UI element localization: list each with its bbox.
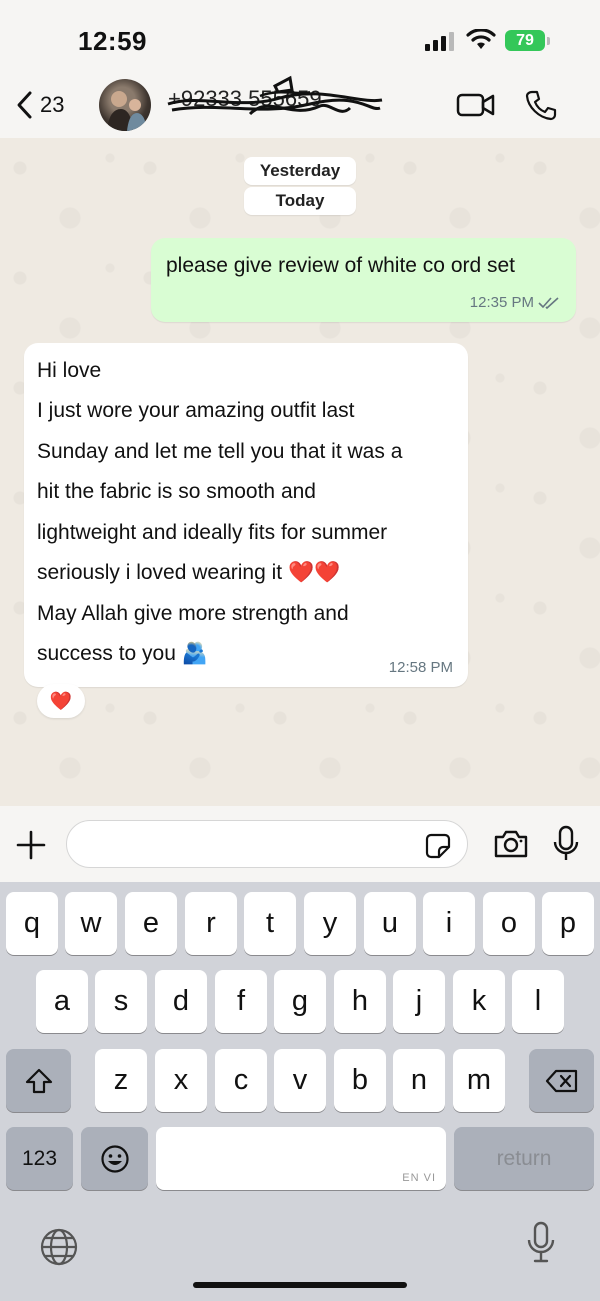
- key-e[interactable]: e: [125, 892, 177, 955]
- incoming-line: May Allah give more strength and: [37, 602, 349, 625]
- video-call-icon[interactable]: [456, 92, 496, 118]
- key-s[interactable]: s: [95, 970, 147, 1033]
- home-indicator[interactable]: [193, 1282, 407, 1288]
- key-d[interactable]: d: [155, 970, 207, 1033]
- chat-header: 23 +92333 555659: [0, 72, 600, 138]
- avatar-photo: [107, 91, 147, 131]
- key-i[interactable]: i: [423, 892, 475, 955]
- incoming-line: success to you 🫂: [37, 642, 208, 665]
- key-n[interactable]: n: [393, 1049, 445, 1112]
- key-o[interactable]: o: [483, 892, 535, 955]
- numbers-key[interactable]: 123: [6, 1127, 73, 1190]
- message-input[interactable]: [66, 820, 468, 868]
- double-check-icon: [538, 296, 559, 309]
- key-g[interactable]: g: [274, 970, 326, 1033]
- outgoing-message-time: 12:35 PM: [469, 294, 534, 311]
- incoming-message[interactable]: Hi love I just wore your amazing outfit …: [24, 343, 468, 687]
- key-p[interactable]: p: [542, 892, 594, 955]
- battery-level: 79: [516, 31, 534, 49]
- chat-area[interactable]: Yesterday Today please give review of wh…: [0, 138, 600, 806]
- chevron-left-icon: [17, 91, 32, 119]
- cellular-signal-icon: [425, 32, 454, 51]
- space-language-label: EN VI: [402, 1172, 436, 1184]
- status-time: 12:59: [78, 26, 147, 56]
- backspace-icon: [545, 1069, 577, 1092]
- shift-icon: [25, 1068, 52, 1093]
- incoming-line: I just wore your amazing outfit last: [37, 399, 355, 422]
- date-pill-yesterday: Yesterday: [244, 157, 356, 185]
- key-q[interactable]: q: [6, 892, 58, 955]
- redaction-scribble: [167, 75, 383, 116]
- space-key[interactable]: EN VI: [156, 1127, 446, 1190]
- date-pill-today: Today: [244, 187, 356, 215]
- globe-icon[interactable]: [39, 1227, 79, 1267]
- battery-icon: 79: [505, 30, 545, 51]
- key-j[interactable]: j: [393, 970, 445, 1033]
- key-w[interactable]: w: [65, 892, 117, 955]
- wifi-icon: [466, 29, 496, 49]
- microphone-icon[interactable]: [553, 825, 579, 863]
- phone-call-icon[interactable]: [525, 89, 557, 121]
- key-l[interactable]: l: [512, 970, 564, 1033]
- shift-key[interactable]: [6, 1049, 71, 1112]
- contact-avatar[interactable]: [99, 79, 151, 131]
- dictation-mic-icon[interactable]: [527, 1221, 555, 1265]
- key-f[interactable]: f: [215, 970, 267, 1033]
- status-bar: 12:59 79: [0, 0, 600, 72]
- key-k[interactable]: k: [453, 970, 505, 1033]
- return-key[interactable]: return: [454, 1127, 594, 1190]
- key-u[interactable]: u: [364, 892, 416, 955]
- emoji-key[interactable]: [81, 1127, 148, 1190]
- camera-icon[interactable]: [493, 829, 529, 859]
- sticker-icon[interactable]: [425, 833, 451, 859]
- key-z[interactable]: z: [95, 1049, 147, 1112]
- emoji-icon: [100, 1144, 129, 1173]
- heart-reaction[interactable]: ❤️: [37, 684, 85, 718]
- key-t[interactable]: t: [244, 892, 296, 955]
- keyboard: q w e r t y u i o p a s d f g h j k l z …: [0, 882, 600, 1301]
- key-m[interactable]: m: [453, 1049, 505, 1112]
- key-r[interactable]: r: [185, 892, 237, 955]
- key-x[interactable]: x: [155, 1049, 207, 1112]
- incoming-line: Hi love: [37, 359, 102, 382]
- plus-icon[interactable]: [15, 829, 47, 861]
- key-v[interactable]: v: [274, 1049, 326, 1112]
- key-h[interactable]: h: [334, 970, 386, 1033]
- incoming-line: seriously i loved wearing it ❤️❤️: [37, 561, 341, 584]
- key-c[interactable]: c: [215, 1049, 267, 1112]
- incoming-line: hit the fabric is so smooth and: [37, 480, 316, 503]
- key-b[interactable]: b: [334, 1049, 386, 1112]
- back-button[interactable]: 23: [14, 86, 64, 124]
- compose-bar: [0, 806, 600, 882]
- battery-cap: [547, 37, 550, 45]
- incoming-line: lightweight and ideally fits for summer: [37, 521, 388, 544]
- incoming-message-time: 12:58 PM: [388, 659, 453, 676]
- unread-count: 23: [40, 92, 65, 117]
- key-y[interactable]: y: [304, 892, 356, 955]
- outgoing-message-meta: 12:35 PM: [470, 294, 560, 311]
- incoming-line: Sunday and let me tell you that it was a: [37, 440, 403, 463]
- outgoing-message[interactable]: please give review of white co ord set 1…: [151, 238, 576, 322]
- key-a[interactable]: a: [36, 970, 88, 1033]
- outgoing-message-text: please give review of white co ord set: [166, 254, 516, 277]
- backspace-key[interactable]: [529, 1049, 594, 1112]
